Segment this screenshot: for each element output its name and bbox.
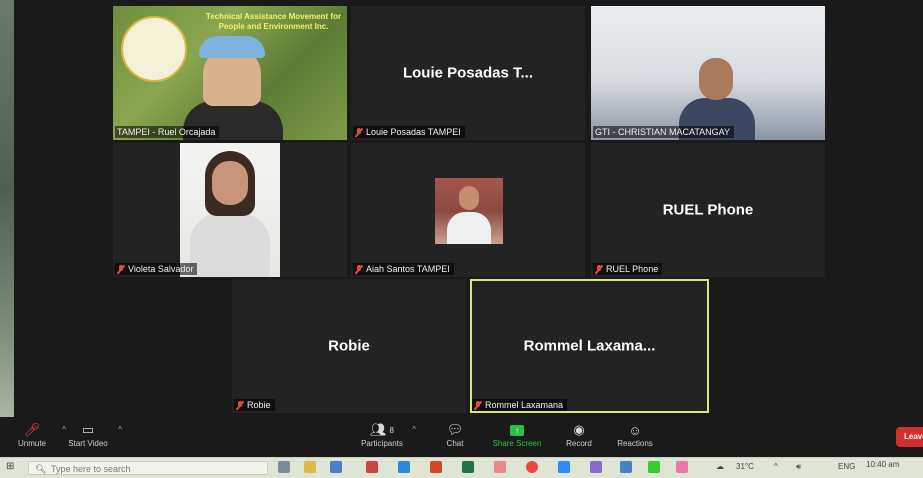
video-tile-aiah[interactable]: Aiah Santos TAMPEI	[351, 143, 585, 277]
taskbar-app-icon[interactable]	[366, 461, 378, 473]
reactions-button[interactable]: ☺ Reactions	[607, 421, 663, 449]
taskbar-app-icon[interactable]	[330, 461, 342, 473]
chat-bubble-icon: 💬︎	[446, 422, 464, 437]
taskbar-app-icon[interactable]	[620, 461, 632, 473]
mic-muted-icon	[236, 400, 244, 410]
participants-button[interactable]: 👥︎ 8 Participants ^	[354, 421, 416, 448]
taskbar-app-icon[interactable]	[676, 461, 688, 473]
mic-muted-icon	[474, 400, 482, 410]
participant-name-label: Robie	[234, 399, 275, 411]
meeting-toolbar: 🎤︎ Unmute ^ ▭ Start Video ^ 👥︎ 8 Particip…	[0, 417, 923, 457]
share-screen-icon: ↑	[510, 424, 524, 436]
share-screen-button[interactable]: ↑ Share Screen	[489, 421, 545, 448]
video-tile-louie[interactable]: Louie Posadas T... Louie Posadas TAMPEI	[351, 6, 585, 140]
record-icon: ◉	[573, 422, 585, 437]
word-icon[interactable]	[398, 461, 410, 473]
mic-muted-icon	[595, 264, 603, 274]
video-off-icon: ▭	[81, 422, 95, 437]
video-tile-violeta[interactable]: Violeta Salvador	[113, 143, 347, 277]
windows-start-icon[interactable]: ⊞	[6, 461, 14, 472]
unmute-button[interactable]: 🎤︎ Unmute ^	[4, 421, 66, 448]
mic-muted-icon: 🎤︎	[23, 422, 41, 437]
participant-name-label: Violeta Salvador	[115, 263, 198, 275]
participants-count: 8	[389, 425, 394, 435]
chrome-icon[interactable]	[526, 461, 538, 473]
zoom-meeting-window: Technical Assistance Movement for People…	[14, 0, 923, 457]
participant-video	[180, 143, 280, 277]
participant-video: Technical Assistance Movement for People…	[113, 6, 347, 140]
reactions-smiley-icon: ☺	[628, 422, 642, 438]
input-language[interactable]: ENG	[838, 462, 855, 471]
participant-display-name: Louie Posadas T...	[402, 64, 534, 82]
mic-muted-icon	[355, 127, 363, 137]
file-explorer-icon[interactable]	[304, 461, 316, 473]
taskbar-app-icon[interactable]	[590, 461, 602, 473]
taskbar-app-icon[interactable]	[494, 461, 506, 473]
video-tile-rommel-active-speaker[interactable]: Rommel Laxama... Rommel Laxamana	[470, 279, 709, 413]
mic-muted-icon	[355, 264, 363, 274]
video-tile-ruel-phone[interactable]: RUEL Phone RUEL Phone	[591, 143, 825, 277]
tampei-logo	[121, 16, 187, 82]
tray-chevron-icon[interactable]: ^	[774, 462, 778, 471]
participant-name-label: Aiah Santos TAMPEI	[353, 263, 454, 275]
video-tile-ruel[interactable]: Technical Assistance Movement for People…	[113, 6, 347, 140]
participant-display-name: Rommel Laxama...	[523, 337, 656, 355]
org-banner-text: Technical Assistance Movement for People…	[205, 12, 342, 31]
excel-icon[interactable]	[462, 461, 474, 473]
zoom-app-icon[interactable]	[558, 461, 570, 473]
video-tile-robie[interactable]: Robie Robie	[232, 279, 466, 413]
participant-display-name: Robie	[328, 337, 370, 355]
participants-icon: 👥︎ 8	[370, 422, 394, 437]
weather-temperature[interactable]: 31°C	[736, 462, 754, 471]
video-tile-christian[interactable]: GTI - CHRISTIAN MACATANGAY	[591, 6, 825, 140]
participant-name-label: GTI - CHRISTIAN MACATANGAY	[593, 126, 735, 138]
participant-name-label: RUEL Phone	[593, 263, 663, 275]
search-icon: 🔍︎	[35, 464, 47, 474]
windows-taskbar: ⊞ 🔍︎ Type here to search ☁ 31°C ^ 🔊︎ ENG…	[0, 457, 923, 478]
taskbar-clock[interactable]: 10:40 am	[866, 460, 899, 469]
taskbar-search-input[interactable]: 🔍︎ Type here to search	[28, 461, 268, 475]
volume-icon[interactable]: 🔊︎	[796, 462, 801, 472]
participants-caret-icon[interactable]: ^	[412, 425, 416, 434]
powerpoint-icon[interactable]	[430, 461, 442, 473]
participant-video	[591, 6, 825, 140]
start-video-button[interactable]: ▭ Start Video ^	[60, 421, 122, 448]
participant-name-label: TAMPEI - Ruel Orcajada	[115, 126, 220, 138]
participant-name-label: Louie Posadas TAMPEI	[353, 126, 465, 138]
taskbar-app-icon[interactable]	[648, 461, 660, 473]
record-button[interactable]: ◉ Record	[551, 421, 607, 448]
leave-button[interactable]: Leave	[896, 427, 923, 447]
weather-icon[interactable]: ☁	[716, 462, 724, 471]
mic-muted-icon	[117, 264, 125, 274]
participant-name-label: Rommel Laxamana	[472, 399, 568, 411]
participant-video	[435, 178, 503, 244]
chat-button[interactable]: 💬︎ Chat	[427, 421, 483, 448]
participant-display-name: RUEL Phone	[662, 201, 754, 219]
task-view-icon[interactable]	[278, 461, 290, 473]
video-options-caret-icon[interactable]: ^	[118, 425, 122, 434]
